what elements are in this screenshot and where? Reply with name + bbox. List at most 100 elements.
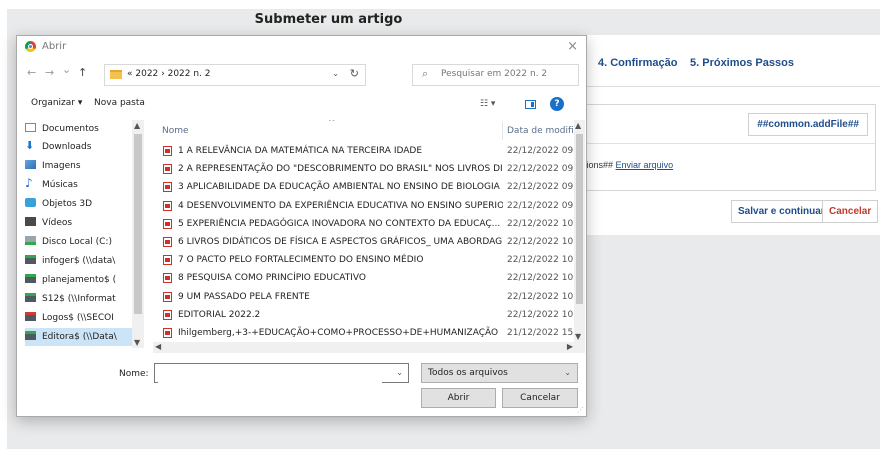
- nav-item-infoger[interactable]: infoger$ (\\data\: [25, 252, 141, 270]
- file-date: 22/12/2022 09:5: [507, 146, 575, 156]
- scroll-up-icon[interactable]: ▲: [575, 121, 581, 130]
- file-row[interactable]: Ihilgemberg,+3-+EDUCAÇÃO+COMO+PROCESSO+D…: [153, 324, 581, 342]
- nav-item-objetos-3d[interactable]: Objetos 3D: [25, 195, 141, 213]
- save-continue-button[interactable]: Salvar e continuar: [731, 200, 832, 223]
- nav-item-logos[interactable]: Logos$ (\\SECOI: [25, 309, 141, 327]
- nav-item-planejamento[interactable]: planejamento$ (: [25, 271, 141, 289]
- file-row[interactable]: 6 LIVROS DIDÁTICOS DE FÍSICA E ASPECTOS …: [153, 233, 581, 251]
- nav-item-downloads[interactable]: Downloads: [25, 138, 141, 156]
- file-row[interactable]: 2 A REPRESENTAÇÃO DO "DESCOBRIMENTO DO B…: [153, 160, 581, 178]
- chevron-down-icon[interactable]: ⌄: [332, 69, 339, 78]
- up-arrow-icon[interactable]: ↑: [78, 66, 87, 79]
- file-date: 22/12/2022 10:2: [507, 255, 575, 266]
- file-date: 22/12/2022 10:2: [507, 309, 575, 320]
- resize-grip-icon[interactable]: ⋰: [577, 406, 584, 414]
- column-divider[interactable]: [502, 122, 503, 140]
- help-icon[interactable]: ?: [550, 97, 564, 111]
- music-icon: [25, 176, 36, 192]
- page-title: Submeter um artigo: [254, 12, 403, 27]
- scroll-down-icon[interactable]: ▼: [134, 338, 140, 347]
- organize-menu[interactable]: Organizar ▾: [31, 98, 82, 108]
- sort-indicator-icon: ^: [328, 120, 336, 128]
- recent-locations-icon[interactable]: ⌄: [62, 63, 71, 76]
- file-row[interactable]: 4 DESENVOLVIMENTO DA EXPERIÊNCIA EDUCATI…: [153, 197, 581, 215]
- nav-item-musicas[interactable]: Músicas: [25, 176, 141, 194]
- navigation-pane-scrollbar[interactable]: ▲ ▼: [132, 120, 144, 348]
- filename-input[interactable]: [158, 365, 382, 383]
- dialog-cancel-button[interactable]: Cancelar: [502, 388, 578, 408]
- network-drive-icon: [25, 331, 36, 340]
- forward-arrow-icon[interactable]: →: [45, 66, 54, 79]
- search-input[interactable]: ⌕ Pesquisar em 2022 n. 2: [412, 64, 579, 86]
- scroll-up-icon[interactable]: ▲: [134, 121, 140, 130]
- column-header-name[interactable]: Nome: [162, 126, 189, 136]
- scrollbar-thumb[interactable]: [576, 134, 583, 304]
- tabs-divider: [578, 86, 880, 87]
- file-date: 22/12/2022 09:5: [507, 182, 575, 193]
- preview-pane-icon[interactable]: [525, 100, 536, 109]
- view-options-icon[interactable]: ☷ ▾: [480, 99, 495, 109]
- download-icon: [25, 138, 36, 155]
- scroll-right-icon[interactable]: ▶: [567, 342, 573, 351]
- cancel-button[interactable]: Cancelar: [822, 200, 879, 223]
- file-row[interactable]: 1 A RELEVÂNCIA DA MATEMÁTICA NA TERCEIRA…: [153, 142, 581, 160]
- file-row[interactable]: 3 APLICABILIDADE DA EDUCAÇÃO AMBIENTAL N…: [153, 178, 581, 196]
- chrome-icon: [25, 41, 36, 52]
- file-date: 22/12/2022 10:2: [507, 237, 575, 247]
- pdf-file-icon: [163, 146, 172, 156]
- file-list-scrollbar[interactable]: ▲ ▼: [574, 120, 585, 342]
- file-date: 22/12/2022 10:2: [507, 291, 575, 302]
- file-type-value: Todos os arquivos: [428, 368, 508, 378]
- 3d-objects-icon: [25, 198, 36, 207]
- scroll-down-icon[interactable]: ▼: [575, 332, 581, 341]
- nav-item-disco-local[interactable]: Disco Local (C:): [25, 233, 141, 251]
- file-date: 22/12/2022 10:2: [507, 218, 575, 229]
- pdf-file-icon: [163, 164, 172, 175]
- back-arrow-icon[interactable]: ←: [27, 66, 36, 79]
- file-name: Ihilgemberg,+3-+EDUCAÇÃO+COMO+PROCESSO+D…: [178, 328, 499, 338]
- nav-item-s12[interactable]: S12$ (\\Informat: [25, 290, 141, 308]
- search-placeholder: Pesquisar em 2022 n. 2: [441, 69, 548, 79]
- address-bar[interactable]: « 2022 › 2022 n. 2 ⌄ ↻: [104, 64, 366, 86]
- nav-item-editora[interactable]: Editora$ (\\Data\: [25, 328, 141, 346]
- refresh-icon[interactable]: ↻: [350, 67, 359, 80]
- filename-label: Nome:: [119, 369, 149, 379]
- nav-item-documentos[interactable]: Documentos: [25, 120, 141, 138]
- network-drive-icon: [25, 255, 36, 264]
- horizontal-scrollbar[interactable]: ◀ ▶: [153, 342, 585, 353]
- tab-proximos-passos[interactable]: 5. Próximos Passos: [690, 57, 794, 69]
- nav-item-imagens[interactable]: Imagens: [25, 157, 141, 175]
- pdf-file-icon: [163, 182, 172, 193]
- column-header-date[interactable]: Data de modific: [507, 126, 579, 136]
- add-file-button[interactable]: ##common.addFile##: [748, 113, 868, 136]
- file-name: 7 O PACTO PELO FORTALECIMENTO DO ENSINO …: [178, 255, 424, 266]
- file-row[interactable]: 8 PESQUISA COMO PRINCÍPIO EDUCATIVO 22/12…: [153, 269, 581, 287]
- dialog-toolbar: Organizar ▾ Nova pasta ☷ ▾ ?: [17, 94, 586, 116]
- scrollbar-thumb[interactable]: [134, 134, 142, 314]
- filename-field[interactable]: ⌄: [154, 363, 409, 383]
- close-icon[interactable]: ×: [567, 39, 578, 54]
- chevron-down-icon[interactable]: ⌄: [396, 368, 403, 377]
- pdf-file-icon: [163, 309, 172, 320]
- file-row[interactable]: 9 UM PASSADO PELA FRENTE 22/12/2022 10:2: [153, 288, 581, 306]
- new-folder-button[interactable]: Nova pasta: [94, 98, 145, 108]
- file-name: 6 LIVROS DIDÁTICOS DE FÍSICA E ASPECTOS …: [178, 237, 503, 247]
- dialog-titlebar[interactable]: Abrir ×: [17, 36, 586, 58]
- file-row[interactable]: 7 O PACTO PELO FORTALECIMENTO DO ENSINO …: [153, 251, 581, 269]
- file-list-header: ^ Nome Data de modific: [153, 120, 581, 142]
- address-path[interactable]: « 2022 › 2022 n. 2: [127, 69, 211, 79]
- pdf-file-icon: [163, 291, 172, 302]
- scroll-left-icon[interactable]: ◀: [155, 342, 161, 351]
- pdf-file-icon: [163, 255, 172, 266]
- file-name: 1 A RELEVÂNCIA DA MATEMÁTICA NA TERCEIRA…: [178, 146, 423, 156]
- dialog-title: Abrir: [42, 41, 67, 52]
- tab-confirmacao[interactable]: 4. Confirmação: [598, 57, 677, 69]
- upload-file-link[interactable]: Enviar arquivo: [616, 160, 674, 170]
- network-drive-disconnected-icon: [25, 312, 36, 321]
- open-button[interactable]: Abrir: [421, 388, 496, 408]
- file-row[interactable]: EDITORIAL 2022.2 22/12/2022 10:2: [153, 306, 581, 324]
- file-row[interactable]: 5 EXPERIÊNCIA PEDAGÓGICA INOVADORA NO CO…: [153, 215, 581, 233]
- file-type-select[interactable]: Todos os arquivos ⌄: [421, 363, 578, 383]
- file-name: 3 APLICABILIDADE DA EDUCAÇÃO AMBIENTAL N…: [178, 182, 500, 193]
- nav-item-videos[interactable]: Vídeos: [25, 214, 141, 232]
